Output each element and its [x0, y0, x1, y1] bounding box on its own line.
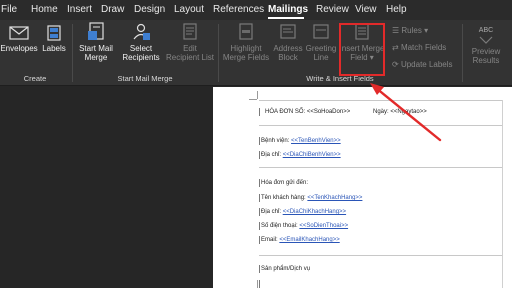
annotation-arrow [370, 83, 442, 142]
